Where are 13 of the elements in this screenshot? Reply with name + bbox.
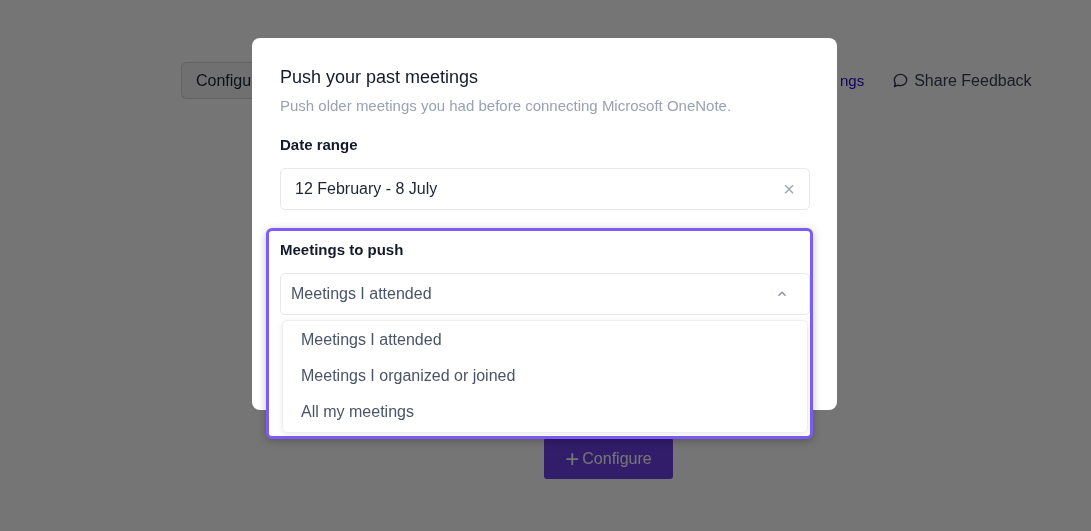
- meetings-label: Meetings to push: [280, 241, 405, 258]
- modal-subtitle: Push older meetings you had before connecting Microsoft OneNote.: [280, 97, 733, 114]
- page-tab[interactable]: Configu: [181, 62, 252, 99]
- date-range-label: Date range: [280, 136, 359, 153]
- chat-bubble-icon: [892, 72, 910, 89]
- settings-link[interactable]: ngs: [840, 72, 865, 89]
- date-range-field[interactable]: 12 February - 8 July ×: [280, 168, 810, 210]
- meetings-select[interactable]: Meetings I attended: [280, 273, 810, 315]
- dropdown-option[interactable]: All my meetings: [301, 401, 807, 437]
- dropdown-option[interactable]: Meetings I organized or joined: [301, 365, 807, 401]
- feedback-link[interactable]: Share Feedback: [892, 71, 1032, 90]
- dropdown-option[interactable]: Meetings I attended: [301, 329, 807, 365]
- modal-title: Push your past meetings: [280, 67, 480, 88]
